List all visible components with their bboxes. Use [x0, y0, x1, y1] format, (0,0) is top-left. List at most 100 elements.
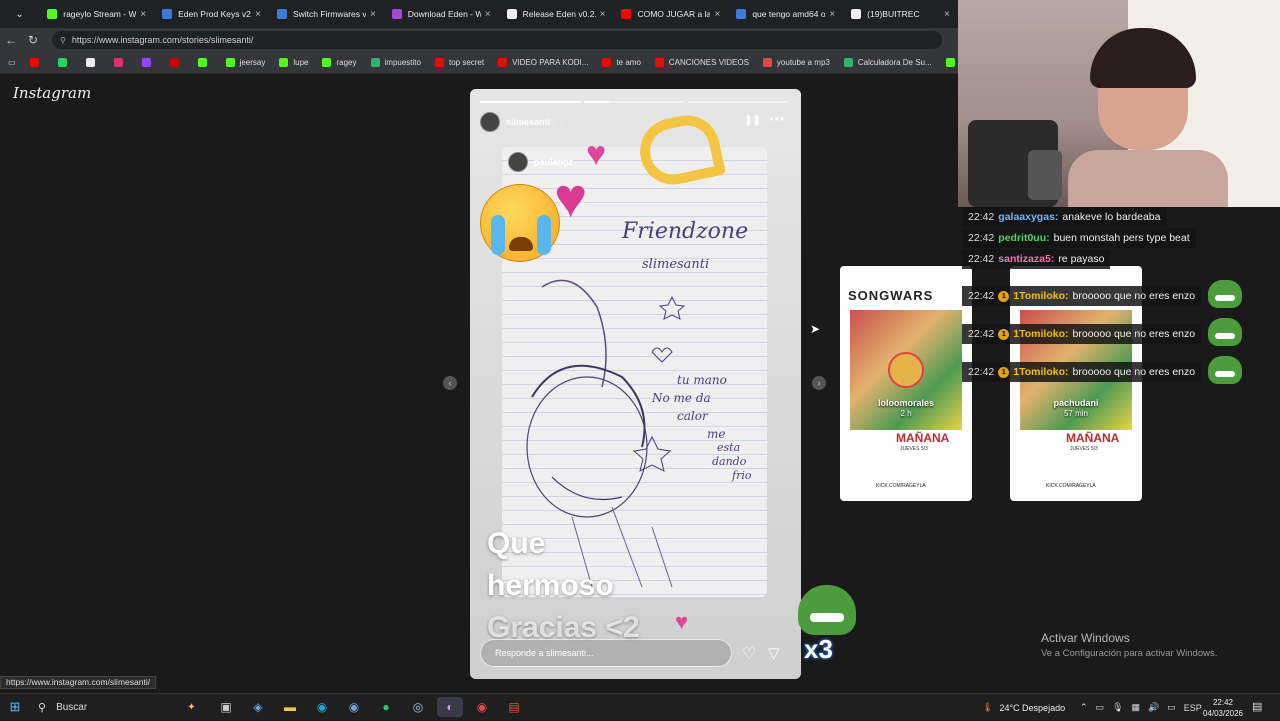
pause-icon[interactable]: ❚❚	[744, 115, 761, 126]
spotify-icon[interactable]: ●	[373, 697, 399, 717]
story-user-avatar[interactable]	[480, 112, 500, 132]
bookmark-item[interactable]	[113, 58, 128, 67]
handwriting-line-5: esta	[717, 441, 741, 454]
site-info-icon[interactable]: ⚲	[60, 36, 66, 45]
chrome-icon[interactable]: ◉	[469, 697, 495, 717]
widgets-icon[interactable]: ◈	[245, 697, 271, 717]
link-status-url: https://www.instagram.com/slimesanti/	[0, 676, 157, 689]
story-preview[interactable]: SONGWARS loloomorales 2 h MAÑANA JUEVES …	[840, 266, 972, 501]
bookmark-item[interactable]	[57, 58, 72, 67]
bookmark-favicon-icon	[85, 58, 95, 67]
close-tab-icon[interactable]: ×	[829, 9, 835, 20]
story-username[interactable]: slimesanti	[506, 117, 550, 127]
windows-start-icon[interactable]: ⊞	[0, 699, 30, 715]
instagram-logo[interactable]: Instagram	[13, 84, 91, 102]
bookmark-item[interactable]: Kic	[945, 58, 958, 67]
bookmark-item[interactable]: lupe	[279, 58, 308, 67]
preview-headline: MAÑANA	[1066, 431, 1120, 445]
task-view-icon[interactable]: ▣	[213, 697, 239, 717]
steam-icon[interactable]: ◎	[405, 697, 431, 717]
chat-username: pedrit0uu:	[998, 232, 1050, 244]
tab-search-button[interactable]: ⌄	[0, 0, 39, 28]
browser-tab[interactable]: Switch Firmwares v21.2 ×	[269, 0, 384, 28]
bookmark-item[interactable]	[197, 58, 212, 67]
taskbar-search[interactable]: ⚲ Buscar ✦	[30, 694, 210, 721]
battery-icon[interactable]: ▭	[1167, 702, 1176, 713]
app-icon[interactable]: ▤	[501, 697, 527, 717]
bookmark-favicon-icon	[57, 58, 67, 67]
tab-title: (19)BUITREC	[867, 9, 920, 19]
tray-app-icon[interactable]: ▭	[1096, 702, 1105, 713]
file-explorer-icon[interactable]: ▬	[277, 697, 303, 717]
send-icon[interactable]: ▽	[768, 644, 780, 662]
bookmark-item[interactable]: top secret	[434, 58, 484, 67]
bookmark-favicon-icon	[945, 58, 955, 67]
close-tab-icon[interactable]: ×	[600, 9, 606, 20]
bookmark-item[interactable]: CANCIONES VIDEOS	[654, 58, 749, 67]
close-tab-icon[interactable]: ×	[714, 9, 720, 20]
bookmark-item[interactable]	[169, 58, 184, 67]
browser-tab[interactable]: Eden Prod Keys v21.2.0 ×	[154, 0, 269, 28]
bookmark-item[interactable]: impuestito	[370, 58, 421, 67]
browser-tab[interactable]: (19)BUITREC ×	[843, 0, 958, 28]
close-tab-icon[interactable]: ×	[140, 9, 146, 20]
weather-widget[interactable]: 🌡 24°C Despejado	[982, 694, 1065, 721]
bookmark-item[interactable]: te amo	[602, 58, 641, 67]
bookmark-item[interactable]	[141, 58, 156, 67]
close-tab-icon[interactable]: ×	[370, 9, 376, 20]
bookmark-item[interactable]: Calculadora De Su...	[843, 58, 932, 67]
reload-icon[interactable]: ↻	[22, 33, 44, 47]
tab-title: Switch Firmwares v21.2	[292, 9, 366, 19]
browser-tab[interactable]: que tengo amd64 o ar×	[728, 0, 843, 28]
close-tab-icon[interactable]: ×	[485, 9, 491, 20]
windows-taskbar: ⊞ ⚲ Buscar ✦ ▣ ◈ ▬ ◉ ◉ ● ◎ ◐ ◉ ▤ 🌡 24°C …	[0, 693, 1280, 720]
chat-message: 22:42 1 1Tomiloko: brooooo que no eres enzo	[962, 362, 1202, 382]
url-bar[interactable]: ⚲ https://www.instagram.com/stories/slim…	[52, 31, 942, 49]
back-icon[interactable]: ←	[0, 33, 22, 47]
close-tab-icon[interactable]: ×	[944, 9, 950, 20]
preview-avatar	[888, 352, 924, 388]
bookmark-favicon-icon	[322, 58, 332, 67]
bookmark-item[interactable]: ragey	[322, 58, 357, 67]
chat-message: 22:42 santizaza5: re payaso	[962, 249, 1111, 269]
bookmark-favicon-icon	[370, 58, 380, 67]
bookmark-item[interactable]: VIDEO PARA KODI...	[498, 58, 588, 67]
edge-icon[interactable]: ◉	[309, 697, 335, 717]
previous-story-button[interactable]: ‹	[443, 376, 457, 390]
reply-input[interactable]: Responde a slimesanti...	[480, 639, 732, 667]
taskbar-clock[interactable]: 22:42 04/03/2026	[1198, 697, 1248, 719]
network-icon[interactable]: ▦	[1132, 702, 1141, 713]
close-tab-icon[interactable]: ×	[255, 9, 261, 20]
chevron-up-icon[interactable]: ⌃	[1080, 702, 1088, 713]
preview-date: JUEVES 5/3	[900, 446, 928, 452]
more-options-icon[interactable]: •••	[769, 112, 785, 126]
bookmark-label: youtube a mp3	[776, 58, 830, 67]
chat-text: brooooo que no eres enzo	[1072, 328, 1196, 340]
browser-tab[interactable]: Release Eden v0.2.0-rc1 ×	[499, 0, 614, 28]
bookmark-item[interactable]: youtube a mp3	[762, 58, 830, 67]
bookmark-item[interactable]	[85, 58, 100, 67]
microphone-icon[interactable]: 🎙	[1112, 702, 1123, 713]
heart-sticker: ♥	[554, 166, 588, 229]
heart-sticker: ♥	[675, 609, 689, 634]
next-story-button[interactable]: ›	[812, 376, 826, 390]
like-heart-icon[interactable]: ♡	[742, 644, 756, 664]
taskbar-search-label: Buscar	[56, 701, 88, 713]
volume-icon[interactable]: 🔊	[1148, 702, 1159, 713]
bookmark-item[interactable]	[29, 58, 44, 67]
browser-tab[interactable]: rageylo Stream - W ×	[39, 0, 154, 28]
bookmark-item[interactable]: jeersay	[225, 58, 265, 67]
bookmark-favicon-icon	[197, 58, 207, 67]
bookmark-label: lupe	[293, 58, 309, 67]
microphone	[1028, 150, 1062, 200]
browser-tab-strip: ⌄ rageylo Stream - W×Eden Prod Keys v21.…	[0, 0, 958, 28]
notifications-icon[interactable]: ▤	[1252, 700, 1262, 713]
subscriber-badge-icon: 1	[998, 290, 1010, 302]
browser-tab[interactable]: Download Eden - Wind ×	[384, 0, 499, 28]
browser-tab[interactable]: COMO JUGAR a la NIN×	[613, 0, 728, 28]
edge-dev-icon[interactable]: ◉	[341, 697, 367, 717]
pepe-emote-icon	[1208, 318, 1242, 346]
bookmarks-menu-icon[interactable]: ▭	[8, 58, 16, 67]
obs-icon[interactable]: ◐	[437, 697, 463, 717]
handwriting-slimesanti: slimesanti	[642, 257, 710, 272]
